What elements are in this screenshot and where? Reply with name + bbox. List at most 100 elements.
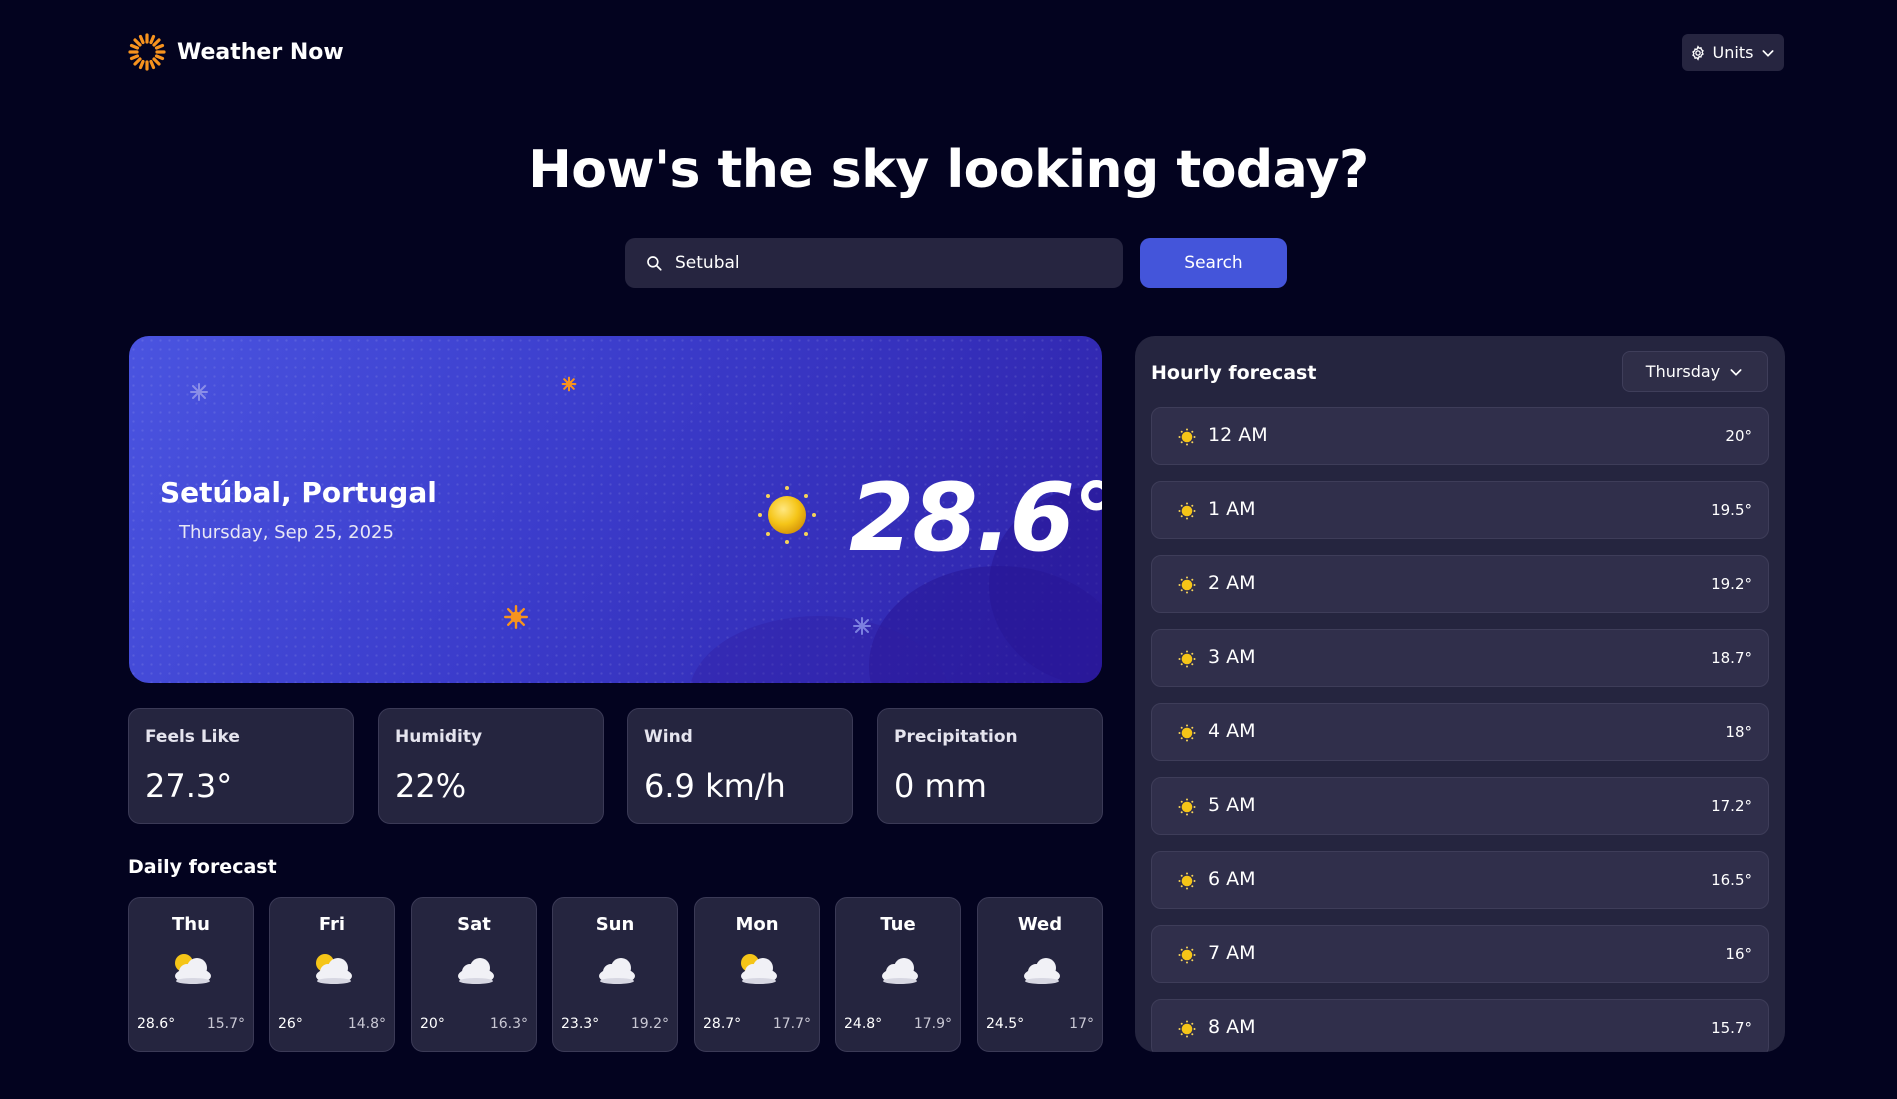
stat-feels-like: Feels Like 27.3°: [128, 708, 354, 824]
stat-label: Humidity: [395, 727, 483, 747]
day-card[interactable]: Thu 28.6° 15.7°: [128, 897, 254, 1052]
day-name: Sun: [595, 914, 635, 935]
hour-time: 7 AM: [1208, 942, 1256, 964]
current-weather-card: Setúbal, Portugal Thursday, Sep 25, 2025…: [129, 336, 1102, 683]
hour-temp: 16.5°: [1711, 871, 1752, 889]
current-temperature: 28.6°: [849, 464, 1102, 573]
day-high-temp: 24.8°: [844, 1016, 883, 1032]
hour-time: 2 AM: [1208, 572, 1256, 594]
hour-row: 1 AM 19.5°: [1151, 481, 1769, 539]
brand-name: Weather Now: [177, 39, 344, 65]
day-low-temp: 15.7°: [206, 1016, 245, 1032]
hourly-forecast-panel: Hourly forecast Thursday 12 AM 20° 1 AM 19.…: [1135, 336, 1785, 1052]
day-low-temp: 17°: [1069, 1016, 1094, 1032]
decorative-star-icon: [853, 617, 871, 635]
hour-temp: 15.7°: [1711, 1019, 1752, 1037]
day-card[interactable]: Tue 24.8° 17.9°: [835, 897, 961, 1052]
day-card[interactable]: Wed 24.5° 17°: [977, 897, 1103, 1052]
hour-row: 3 AM 18.7°: [1151, 629, 1769, 687]
cloud-icon: [450, 948, 500, 992]
day-high-temp: 26°: [278, 1016, 303, 1032]
day-high-temp: 28.6°: [137, 1016, 176, 1032]
day-card[interactable]: Mon 28.7° 17.7°: [694, 897, 820, 1052]
decorative-star-icon: [190, 383, 208, 401]
sun-icon: [1178, 946, 1196, 968]
day-card[interactable]: Fri 26° 14.8°: [269, 897, 395, 1052]
day-card[interactable]: Sat 20° 16.3°: [411, 897, 537, 1052]
hour-row: 8 AM 15.7°: [1151, 999, 1769, 1052]
decorative-star-icon: [561, 376, 577, 392]
stat-value: 6.9 km/h: [644, 767, 786, 805]
hour-row: 4 AM 18°: [1151, 703, 1769, 761]
day-low-temp: 14.8°: [347, 1016, 386, 1032]
logo-sun-icon: [128, 33, 166, 71]
stat-value: 0 mm: [894, 767, 987, 805]
hour-time: 1 AM: [1208, 498, 1256, 520]
day-low-temp: 17.9°: [913, 1016, 952, 1032]
day-low-temp: 17.7°: [772, 1016, 811, 1032]
current-location: Setúbal, Portugal: [160, 476, 437, 509]
search-icon: [647, 256, 662, 271]
units-label: Units: [1712, 43, 1754, 62]
hourly-forecast-title: Hourly forecast: [1151, 362, 1317, 384]
hour-time: 12 AM: [1208, 424, 1268, 446]
sun-icon: [1178, 1020, 1196, 1042]
hour-row: 5 AM 17.2°: [1151, 777, 1769, 835]
hour-time: 8 AM: [1208, 1016, 1256, 1038]
day-name: Mon: [735, 914, 779, 935]
sun-icon: [1178, 576, 1196, 598]
search-box[interactable]: [625, 238, 1123, 288]
hour-temp: 19.2°: [1711, 575, 1752, 593]
cloud-icon: [1016, 948, 1066, 992]
hour-row: 7 AM 16°: [1151, 925, 1769, 983]
day-high-temp: 28.7°: [703, 1016, 742, 1032]
brand[interactable]: Weather Now: [127, 32, 344, 72]
sun-icon: [1178, 724, 1196, 746]
stat-humidity: Humidity 22%: [378, 708, 604, 824]
chevron-down-icon: [1762, 49, 1774, 57]
hour-time: 4 AM: [1208, 720, 1256, 742]
day-select-value: Thursday: [1645, 362, 1721, 381]
hour-temp: 18.7°: [1711, 649, 1752, 667]
day-name: Thu: [172, 914, 210, 935]
current-date: Thursday, Sep 25, 2025: [179, 522, 394, 543]
hour-temp: 16°: [1725, 945, 1752, 963]
sun-icon: [1178, 798, 1196, 820]
chevron-down-icon: [1730, 368, 1742, 376]
cloud-icon: [874, 948, 924, 992]
cloud-icon: [591, 948, 641, 992]
sun-icon: [1178, 502, 1196, 524]
day-high-temp: 23.3°: [561, 1016, 600, 1032]
sun-icon: [1178, 428, 1196, 450]
hour-row: 2 AM 19.2°: [1151, 555, 1769, 613]
sun-icon: [1178, 650, 1196, 672]
units-button[interactable]: Units: [1682, 34, 1784, 71]
daily-forecast-title: Daily forecast: [128, 856, 277, 878]
hour-time: 6 AM: [1208, 868, 1256, 890]
hour-time: 5 AM: [1208, 794, 1256, 816]
gear-icon: [1691, 44, 1704, 61]
decorative-star-icon: [504, 605, 528, 629]
sun-icon: [1178, 872, 1196, 894]
day-card[interactable]: Sun 23.3° 19.2°: [552, 897, 678, 1052]
weather-app: Weather Now Units How's the sky looking …: [0, 0, 1897, 1099]
stat-value: 27.3°: [145, 767, 233, 805]
stat-precipitation: Precipitation 0 mm: [877, 708, 1103, 824]
hour-temp: 19.5°: [1711, 501, 1752, 519]
stat-wind: Wind 6.9 km/h: [627, 708, 853, 824]
page-title: How's the sky looking today?: [528, 140, 1369, 200]
search-input[interactable]: [675, 253, 1095, 273]
day-name: Wed: [1017, 914, 1063, 935]
partly-cloudy-icon: [308, 948, 358, 992]
day-high-temp: 20°: [420, 1016, 445, 1032]
day-high-temp: 24.5°: [986, 1016, 1025, 1032]
day-select[interactable]: Thursday: [1622, 351, 1768, 392]
sun-icon: [758, 486, 816, 544]
search-button[interactable]: Search: [1140, 238, 1287, 288]
day-low-temp: 16.3°: [489, 1016, 528, 1032]
partly-cloudy-icon: [733, 948, 783, 992]
stat-label: Wind: [644, 727, 693, 747]
day-name: Fri: [318, 914, 346, 935]
stat-label: Precipitation: [894, 727, 1018, 747]
hour-row: 12 AM 20°: [1151, 407, 1769, 465]
